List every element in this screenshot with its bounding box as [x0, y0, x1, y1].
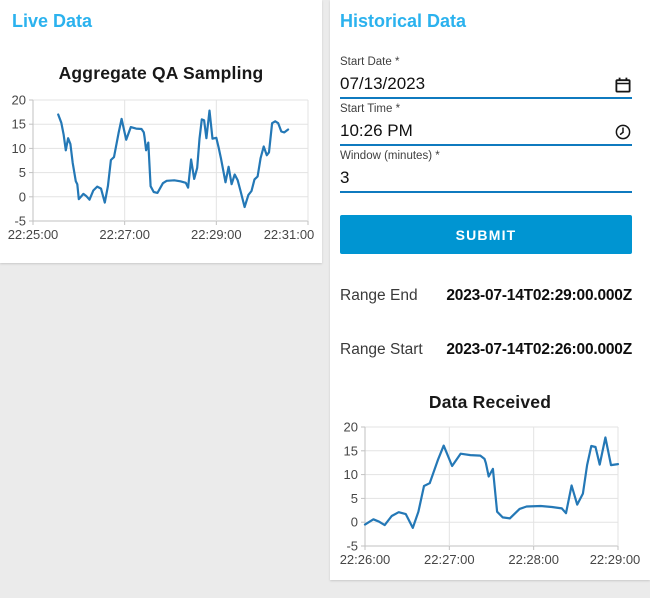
svg-text:22:26:00: 22:26:00	[340, 552, 391, 567]
svg-text:10: 10	[12, 141, 26, 156]
svg-text:20: 20	[344, 420, 358, 435]
svg-text:0: 0	[351, 515, 358, 530]
historical-data-panel: Historical Data Start Date * Start Time …	[330, 0, 650, 580]
svg-text:22:27:00: 22:27:00	[424, 552, 475, 567]
svg-text:5: 5	[19, 165, 26, 180]
svg-text:22:27:00: 22:27:00	[99, 227, 150, 242]
live-chart-title: Aggregate QA Sampling	[58, 63, 264, 83]
svg-text:22:29:00: 22:29:00	[191, 227, 242, 242]
live-line-chart: -5 0 5 10 15 20 22:25:00 22:27:00 22:29:00 22:31:…	[0, 93, 322, 245]
svg-text:22:25:00: 22:25:00	[8, 227, 59, 242]
clock-icon[interactable]	[615, 124, 631, 140]
submit-button[interactable]: SUBMIT	[340, 215, 632, 254]
calendar-icon[interactable]	[615, 77, 631, 93]
range-end-row: Range End 2023-07-14T02:29:00.000Z	[340, 287, 632, 305]
live-data-heading: Live Data	[12, 11, 93, 31]
range-end-value: 2023-07-14T02:29:00.000Z	[446, 287, 632, 304]
received-chart-title: Data Received	[428, 392, 552, 412]
range-start-row: Range Start 2023-07-14T02:26:00.000Z	[340, 341, 632, 359]
svg-text:22:29:00: 22:29:00	[590, 552, 641, 567]
svg-text:10: 10	[344, 467, 358, 482]
window-minutes-label: Window (minutes) *	[340, 150, 440, 162]
live-data-panel: Live Data Aggregate QA Sampling -5 0 5 10 15…	[0, 0, 322, 263]
start-date-input[interactable]	[340, 72, 632, 99]
start-date-label: Start Date *	[340, 56, 400, 68]
svg-text:0: 0	[19, 189, 26, 204]
range-start-label: Range Start	[340, 341, 423, 358]
window-minutes-field: Window (minutes) *	[340, 149, 632, 193]
start-time-field: Start Time *	[340, 102, 632, 146]
historical-data-heading: Historical Data	[340, 11, 467, 31]
svg-text:22:31:00: 22:31:00	[264, 227, 315, 242]
svg-text:5: 5	[351, 491, 358, 506]
window-minutes-input[interactable]	[340, 166, 632, 193]
range-end-label: Range End	[340, 287, 418, 304]
svg-text:20: 20	[12, 93, 26, 108]
range-start-value: 2023-07-14T02:26:00.000Z	[446, 341, 632, 358]
svg-text:15: 15	[12, 117, 26, 132]
start-time-label: Start Time *	[340, 103, 401, 115]
svg-text:22:28:00: 22:28:00	[508, 552, 559, 567]
start-time-input[interactable]	[340, 119, 632, 146]
start-date-field: Start Date *	[340, 55, 632, 99]
svg-text:15: 15	[344, 443, 358, 458]
received-line-chart: -5 0 5 10 15 20 22:26:00 22:27:00 22:28:00 22:29:…	[332, 413, 648, 575]
